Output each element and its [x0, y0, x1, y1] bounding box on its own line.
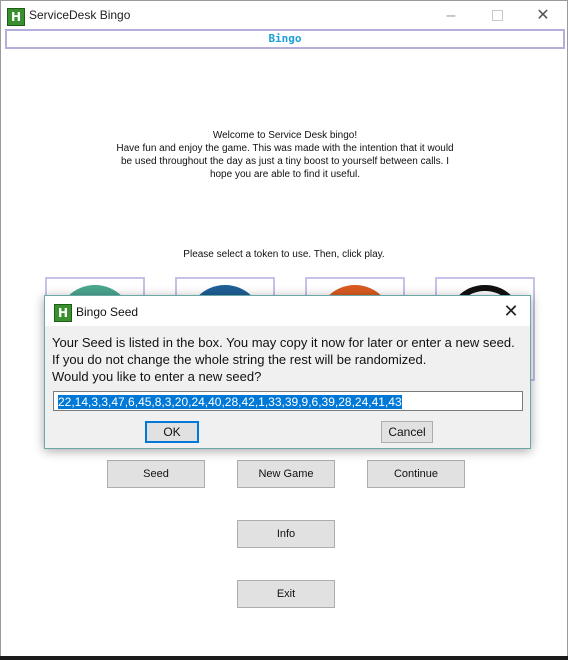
instruction-text: Please select a token to use. Then, clic… — [183, 249, 385, 260]
new-game-button[interactable]: New Game — [237, 460, 335, 488]
taskbar-strip — [0, 656, 568, 660]
seed-dialog: H Bingo Seed ✕ Your Seed is listed in th… — [44, 295, 531, 449]
welcome-text: Welcome to Service Desk bingo! Have fun … — [116, 130, 454, 180]
dialog-message-line: Your Seed is listed in the box. You may … — [52, 335, 515, 350]
seed-input[interactable]: 22,14,3,3,47,6,45,8,3,20,24,40,28,42,1,3… — [53, 391, 523, 411]
maximize-button[interactable] — [477, 4, 517, 28]
dialog-message-line: Would you like to enter a new seed? — [52, 369, 262, 384]
ok-button[interactable]: OK — [145, 421, 199, 443]
dialog-close-button[interactable]: ✕ — [499, 300, 523, 322]
dialog-app-icon: H — [54, 304, 72, 322]
continue-button[interactable]: Continue — [367, 460, 465, 488]
maximize-icon — [491, 10, 503, 22]
app-icon: H — [7, 8, 25, 26]
exit-button[interactable]: Exit — [237, 580, 335, 608]
dialog-title-bar: H Bingo Seed ✕ — [45, 296, 530, 326]
dialog-message-line: If you do not change the whole string th… — [52, 352, 427, 367]
dialog-title: Bingo Seed — [76, 305, 139, 319]
seed-button[interactable]: Seed — [107, 460, 205, 488]
cancel-button[interactable]: Cancel — [381, 421, 433, 443]
window-title: ServiceDesk Bingo — [29, 8, 131, 22]
close-button[interactable]: ✕ — [523, 4, 563, 28]
minimize-button[interactable]: – — [431, 4, 471, 28]
bingo-label: Bingo — [5, 29, 565, 49]
info-button[interactable]: Info — [237, 520, 335, 548]
dialog-message: Your Seed is listed in the box. You may … — [52, 334, 522, 385]
seed-value-selected: 22,14,3,3,47,6,45,8,3,20,24,40,28,42,1,3… — [58, 395, 402, 409]
title-bar: H ServiceDesk Bingo – ✕ — [1, 1, 567, 31]
